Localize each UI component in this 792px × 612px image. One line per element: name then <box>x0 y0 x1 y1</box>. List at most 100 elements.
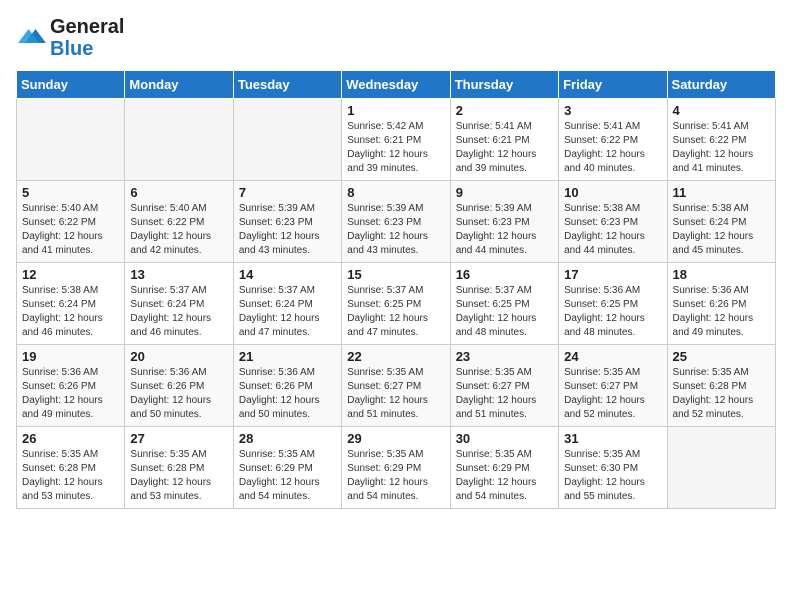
day-number: 22 <box>347 349 444 364</box>
day-number: 20 <box>130 349 227 364</box>
calendar-cell: 22 Sunrise: 5:35 AM Sunset: 6:27 PM Dayli… <box>342 345 450 427</box>
day-number: 8 <box>347 185 444 200</box>
day-number: 10 <box>564 185 661 200</box>
day-info: Sunrise: 5:38 AM Sunset: 6:23 PM Dayligh… <box>564 202 661 258</box>
calendar-week-5: 26 Sunrise: 5:35 AM Sunset: 6:28 PM Dayli… <box>17 427 776 509</box>
day-info: Sunrise: 5:36 AM Sunset: 6:26 PM Dayligh… <box>22 366 119 422</box>
day-info: Sunrise: 5:35 AM Sunset: 6:27 PM Dayligh… <box>456 366 553 422</box>
day-info: Sunrise: 5:37 AM Sunset: 6:24 PM Dayligh… <box>239 284 336 340</box>
calendar-cell: 16 Sunrise: 5:37 AM Sunset: 6:25 PM Dayli… <box>450 263 558 345</box>
calendar-cell: 10 Sunrise: 5:38 AM Sunset: 6:23 PM Dayli… <box>559 181 667 263</box>
day-number: 1 <box>347 103 444 118</box>
day-number: 23 <box>456 349 553 364</box>
day-info: Sunrise: 5:35 AM Sunset: 6:30 PM Dayligh… <box>564 448 661 504</box>
day-header-wednesday: Wednesday <box>342 71 450 99</box>
day-info: Sunrise: 5:37 AM Sunset: 6:24 PM Dayligh… <box>130 284 227 340</box>
calendar-cell <box>17 99 125 181</box>
day-info: Sunrise: 5:41 AM Sunset: 6:22 PM Dayligh… <box>564 120 661 176</box>
day-number: 25 <box>673 349 770 364</box>
day-info: Sunrise: 5:39 AM Sunset: 6:23 PM Dayligh… <box>347 202 444 258</box>
day-info: Sunrise: 5:35 AM Sunset: 6:29 PM Dayligh… <box>347 448 444 504</box>
day-header-thursday: Thursday <box>450 71 558 99</box>
calendar-cell: 14 Sunrise: 5:37 AM Sunset: 6:24 PM Dayli… <box>233 263 341 345</box>
calendar-week-1: 1 Sunrise: 5:42 AM Sunset: 6:21 PM Daylig… <box>17 99 776 181</box>
day-info: Sunrise: 5:37 AM Sunset: 6:25 PM Dayligh… <box>456 284 553 340</box>
day-number: 26 <box>22 431 119 446</box>
day-info: Sunrise: 5:36 AM Sunset: 6:26 PM Dayligh… <box>239 366 336 422</box>
day-info: Sunrise: 5:35 AM Sunset: 6:29 PM Dayligh… <box>239 448 336 504</box>
day-number: 15 <box>347 267 444 282</box>
day-number: 21 <box>239 349 336 364</box>
logo-text-general: General <box>50 16 124 38</box>
day-header-friday: Friday <box>559 71 667 99</box>
calendar-table: SundayMondayTuesdayWednesdayThursdayFrid… <box>16 70 776 509</box>
day-header-saturday: Saturday <box>667 71 775 99</box>
day-info: Sunrise: 5:40 AM Sunset: 6:22 PM Dayligh… <box>130 202 227 258</box>
day-number: 30 <box>456 431 553 446</box>
day-header-monday: Monday <box>125 71 233 99</box>
calendar-cell: 21 Sunrise: 5:36 AM Sunset: 6:26 PM Dayli… <box>233 345 341 427</box>
calendar-cell: 2 Sunrise: 5:41 AM Sunset: 6:21 PM Daylig… <box>450 99 558 181</box>
day-info: Sunrise: 5:41 AM Sunset: 6:21 PM Dayligh… <box>456 120 553 176</box>
calendar-cell: 24Sunrise: 5:35 AM Sunset: 6:27 PM Dayli… <box>559 345 667 427</box>
calendar-cell: 1 Sunrise: 5:42 AM Sunset: 6:21 PM Daylig… <box>342 99 450 181</box>
day-info: Sunrise: 5:40 AM Sunset: 6:22 PM Dayligh… <box>22 202 119 258</box>
calendar-week-3: 12 Sunrise: 5:38 AM Sunset: 6:24 PM Dayli… <box>17 263 776 345</box>
day-info: Sunrise: 5:35 AM Sunset: 6:29 PM Dayligh… <box>456 448 553 504</box>
calendar-cell: 8 Sunrise: 5:39 AM Sunset: 6:23 PM Daylig… <box>342 181 450 263</box>
calendar-cell: 26 Sunrise: 5:35 AM Sunset: 6:28 PM Dayli… <box>17 427 125 509</box>
page-header: General Blue <box>16 16 776 60</box>
calendar-body: 1 Sunrise: 5:42 AM Sunset: 6:21 PM Daylig… <box>17 99 776 509</box>
header-row: SundayMondayTuesdayWednesdayThursdayFrid… <box>17 71 776 99</box>
day-info: Sunrise: 5:37 AM Sunset: 6:25 PM Dayligh… <box>347 284 444 340</box>
calendar-cell: 18Sunrise: 5:36 AM Sunset: 6:26 PM Dayli… <box>667 263 775 345</box>
day-header-sunday: Sunday <box>17 71 125 99</box>
calendar-cell <box>125 99 233 181</box>
calendar-cell: 29Sunrise: 5:35 AM Sunset: 6:29 PM Dayli… <box>342 427 450 509</box>
calendar-cell: 20 Sunrise: 5:36 AM Sunset: 6:26 PM Dayli… <box>125 345 233 427</box>
logo-text-blue: Blue <box>50 38 124 60</box>
calendar-header: SundayMondayTuesdayWednesdayThursdayFrid… <box>17 71 776 99</box>
day-info: Sunrise: 5:39 AM Sunset: 6:23 PM Dayligh… <box>456 202 553 258</box>
day-number: 2 <box>456 103 553 118</box>
day-info: Sunrise: 5:41 AM Sunset: 6:22 PM Dayligh… <box>673 120 770 176</box>
day-info: Sunrise: 5:39 AM Sunset: 6:23 PM Dayligh… <box>239 202 336 258</box>
day-info: Sunrise: 5:35 AM Sunset: 6:27 PM Dayligh… <box>564 366 661 422</box>
day-number: 12 <box>22 267 119 282</box>
day-info: Sunrise: 5:42 AM Sunset: 6:21 PM Dayligh… <box>347 120 444 176</box>
calendar-cell: 23 Sunrise: 5:35 AM Sunset: 6:27 PM Dayli… <box>450 345 558 427</box>
day-info: Sunrise: 5:35 AM Sunset: 6:28 PM Dayligh… <box>22 448 119 504</box>
day-info: Sunrise: 5:38 AM Sunset: 6:24 PM Dayligh… <box>22 284 119 340</box>
calendar-cell: 25 Sunrise: 5:35 AM Sunset: 6:28 PM Dayli… <box>667 345 775 427</box>
calendar-cell: 15 Sunrise: 5:37 AM Sunset: 6:25 PM Dayli… <box>342 263 450 345</box>
day-number: 31 <box>564 431 661 446</box>
calendar-cell: 4 Sunrise: 5:41 AM Sunset: 6:22 PM Daylig… <box>667 99 775 181</box>
calendar-cell: 3 Sunrise: 5:41 AM Sunset: 6:22 PM Daylig… <box>559 99 667 181</box>
day-info: Sunrise: 5:35 AM Sunset: 6:28 PM Dayligh… <box>130 448 227 504</box>
calendar-cell: 13 Sunrise: 5:37 AM Sunset: 6:24 PM Dayli… <box>125 263 233 345</box>
day-info: Sunrise: 5:38 AM Sunset: 6:24 PM Dayligh… <box>673 202 770 258</box>
day-number: 16 <box>456 267 553 282</box>
day-number: 9 <box>456 185 553 200</box>
day-info: Sunrise: 5:35 AM Sunset: 6:27 PM Dayligh… <box>347 366 444 422</box>
day-info: Sunrise: 5:36 AM Sunset: 6:26 PM Dayligh… <box>130 366 227 422</box>
day-number: 17 <box>564 267 661 282</box>
calendar-cell <box>233 99 341 181</box>
calendar-cell: 30 Sunrise: 5:35 AM Sunset: 6:29 PM Dayli… <box>450 427 558 509</box>
calendar-cell: 11 Sunrise: 5:38 AM Sunset: 6:24 PM Dayli… <box>667 181 775 263</box>
day-number: 4 <box>673 103 770 118</box>
day-info: Sunrise: 5:36 AM Sunset: 6:25 PM Dayligh… <box>564 284 661 340</box>
calendar-cell: 19 Sunrise: 5:36 AM Sunset: 6:26 PM Dayli… <box>17 345 125 427</box>
day-number: 14 <box>239 267 336 282</box>
day-number: 3 <box>564 103 661 118</box>
calendar-week-2: 5Sunrise: 5:40 AM Sunset: 6:22 PM Daylig… <box>17 181 776 263</box>
day-number: 11 <box>673 185 770 200</box>
calendar-cell <box>667 427 775 509</box>
calendar-cell: 7Sunrise: 5:39 AM Sunset: 6:23 PM Daylig… <box>233 181 341 263</box>
day-number: 13 <box>130 267 227 282</box>
day-info: Sunrise: 5:35 AM Sunset: 6:28 PM Dayligh… <box>673 366 770 422</box>
day-number: 19 <box>22 349 119 364</box>
day-number: 6 <box>130 185 227 200</box>
calendar-cell: 17 Sunrise: 5:36 AM Sunset: 6:25 PM Dayli… <box>559 263 667 345</box>
day-number: 27 <box>130 431 227 446</box>
